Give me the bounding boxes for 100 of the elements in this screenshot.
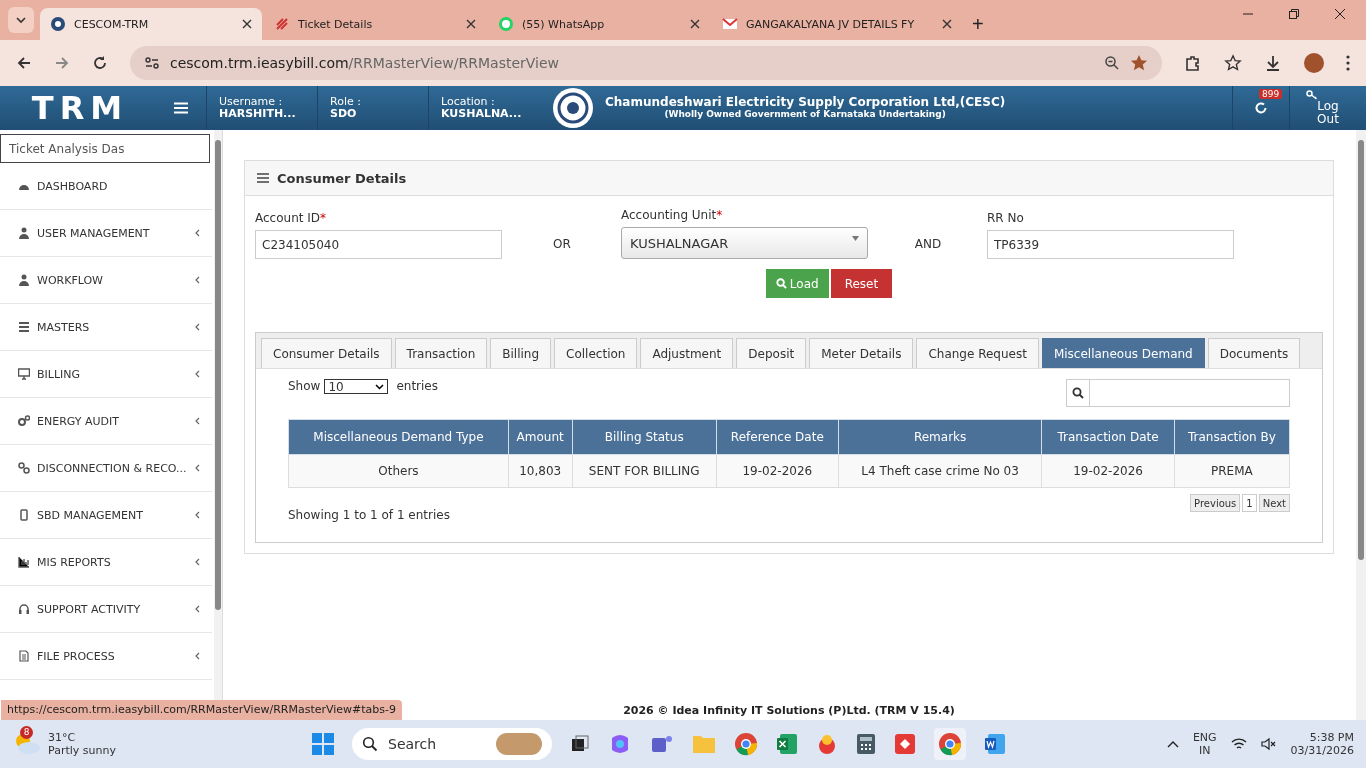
table-cell: L4 Theft case crime No 03 xyxy=(838,454,1042,488)
caret-icon xyxy=(852,236,859,241)
star-icon[interactable] xyxy=(1130,54,1148,72)
menu-search-field[interactable]: Ticket Analysis Das xyxy=(0,134,210,163)
close-icon[interactable] xyxy=(242,19,252,29)
document-icon xyxy=(18,650,30,662)
chevron-up-icon[interactable] xyxy=(1166,740,1179,748)
text-field[interactable]: C234105040 xyxy=(255,230,502,259)
chrome-icon[interactable] xyxy=(734,732,758,756)
pen-icon xyxy=(274,16,290,32)
avatar[interactable] xyxy=(1304,53,1324,73)
new-tab-button[interactable]: + xyxy=(964,8,992,40)
clock-date[interactable]: 03/31/2026 xyxy=(1290,744,1354,757)
reset-button[interactable]: Reset xyxy=(830,269,893,298)
volume-muted-icon[interactable] xyxy=(1260,737,1277,751)
pagination-button[interactable]: Next xyxy=(1258,494,1290,512)
nav-item[interactable]: FILE PROCESS xyxy=(0,633,212,680)
phone-icon xyxy=(18,509,30,521)
bookmarks-icon[interactable] xyxy=(1224,54,1242,72)
tab[interactable]: Documents xyxy=(1207,338,1301,368)
tab[interactable]: Adjustment xyxy=(640,338,734,368)
nav-item[interactable]: MIS REPORTS xyxy=(0,539,212,586)
nav-item[interactable]: SBD MANAGEMENT xyxy=(0,492,212,539)
tab[interactable]: Collection xyxy=(554,338,638,368)
download-icon[interactable] xyxy=(1264,54,1282,72)
tab[interactable]: Transaction xyxy=(394,338,488,368)
column-header: Amount xyxy=(508,419,572,455)
tab[interactable]: Billing xyxy=(490,338,552,368)
chevron-icon xyxy=(194,558,200,566)
temperature: 31°C xyxy=(48,731,77,744)
windows-start-icon[interactable] xyxy=(312,733,334,755)
close-icon[interactable] xyxy=(690,19,700,29)
reload-icon[interactable] xyxy=(92,55,108,71)
tab-search-button[interactable] xyxy=(8,7,34,33)
chevron-icon xyxy=(194,229,200,237)
language-text[interactable]: ENG xyxy=(1192,731,1217,744)
close-icon[interactable] xyxy=(942,19,952,29)
forward-icon[interactable] xyxy=(54,55,70,71)
browser-tab[interactable]: (55) WhatsApp xyxy=(488,8,710,40)
nav-item[interactable]: ENERGY AUDIT xyxy=(0,398,212,445)
close-icon[interactable] xyxy=(1334,8,1346,20)
back-icon[interactable] xyxy=(16,55,32,71)
app-icon[interactable] xyxy=(894,733,916,755)
restore-icon[interactable] xyxy=(1288,8,1300,20)
field-label: Account ID* xyxy=(255,211,328,225)
chevron-icon xyxy=(194,323,200,331)
more-icon[interactable] xyxy=(1346,55,1350,71)
tab[interactable]: Meter Details xyxy=(809,338,914,368)
tab-title: (55) WhatsApp xyxy=(522,17,606,31)
entries-label: entries xyxy=(396,379,438,393)
dropdown-field[interactable]: KUSHALNAGAR xyxy=(621,227,868,259)
logout-button[interactable]: Log Out xyxy=(1290,83,1366,133)
task-view-icon[interactable] xyxy=(570,734,590,754)
nav-item[interactable]: SUPPORT ACTIVITY xyxy=(0,586,212,633)
calculator-icon[interactable] xyxy=(856,733,876,755)
text-field[interactable]: TP6339 xyxy=(987,230,1234,259)
address-bar[interactable]: cescom.trm.ieasybill.com/RRMasterView/RRMasterView xyxy=(130,46,1162,80)
user-icon xyxy=(18,227,30,239)
browser-tab[interactable]: Ticket Details xyxy=(264,8,486,40)
taskbar-search[interactable]: Search xyxy=(352,728,552,760)
region-text[interactable]: IN xyxy=(1199,744,1211,757)
browser-tab[interactable]: GANGAKALYANA JV DETAILS FY xyxy=(712,8,962,40)
close-icon[interactable] xyxy=(466,19,476,29)
show-label: Show xyxy=(288,379,321,393)
search-icon xyxy=(775,278,787,289)
tab[interactable]: Consumer Details xyxy=(261,338,392,368)
zoom-icon[interactable] xyxy=(1104,55,1120,71)
nav-item[interactable]: WORKFLOW xyxy=(0,257,212,304)
tab[interactable]: Deposit xyxy=(736,338,807,368)
nav-item[interactable]: MASTERS xyxy=(0,304,212,351)
weather-text: Partly sunny xyxy=(48,744,116,757)
pagination-button[interactable]: Previous xyxy=(1190,494,1241,512)
browser-tab[interactable]: CESCOM-TRM xyxy=(40,8,262,40)
monitor-icon xyxy=(18,368,30,380)
nav-item[interactable]: BILLING xyxy=(0,351,212,398)
table-cell: 10,803 xyxy=(508,454,572,488)
extensions-icon[interactable] xyxy=(1184,54,1202,72)
menu-icon[interactable] xyxy=(174,102,188,114)
app-icon[interactable] xyxy=(816,733,838,755)
key-icon xyxy=(1306,89,1318,100)
column-header: Transaction By xyxy=(1174,419,1290,455)
table-search-field[interactable] xyxy=(1066,379,1290,407)
tab[interactable]: Change Request xyxy=(916,338,1039,368)
nav-item[interactable]: DISCONNECTION & RECO... xyxy=(0,445,212,492)
wifi-icon[interactable] xyxy=(1230,737,1247,751)
table-cell: 19-02-2026 xyxy=(716,454,839,488)
caret-icon xyxy=(15,16,27,24)
pagination-button[interactable]: 1 xyxy=(1242,494,1257,512)
nav-item[interactable]: DASHBOARD xyxy=(0,163,212,210)
mail-icon xyxy=(722,16,738,32)
spreadsheet-icon[interactable] xyxy=(776,733,798,755)
page-size-select[interactable]: 10 xyxy=(324,379,389,394)
nav-item[interactable]: USER MANAGEMENT xyxy=(0,210,212,257)
tab-title: Ticket Details xyxy=(298,17,374,31)
word-icon[interactable] xyxy=(984,733,1006,755)
clock-time[interactable]: 5:38 PM xyxy=(1309,731,1354,744)
tab[interactable]: Miscellaneous Demand xyxy=(1041,338,1205,368)
refresh-icon[interactable] xyxy=(1254,101,1268,115)
chrome-icon[interactable] xyxy=(934,728,966,760)
site-settings-icon[interactable] xyxy=(144,55,160,71)
